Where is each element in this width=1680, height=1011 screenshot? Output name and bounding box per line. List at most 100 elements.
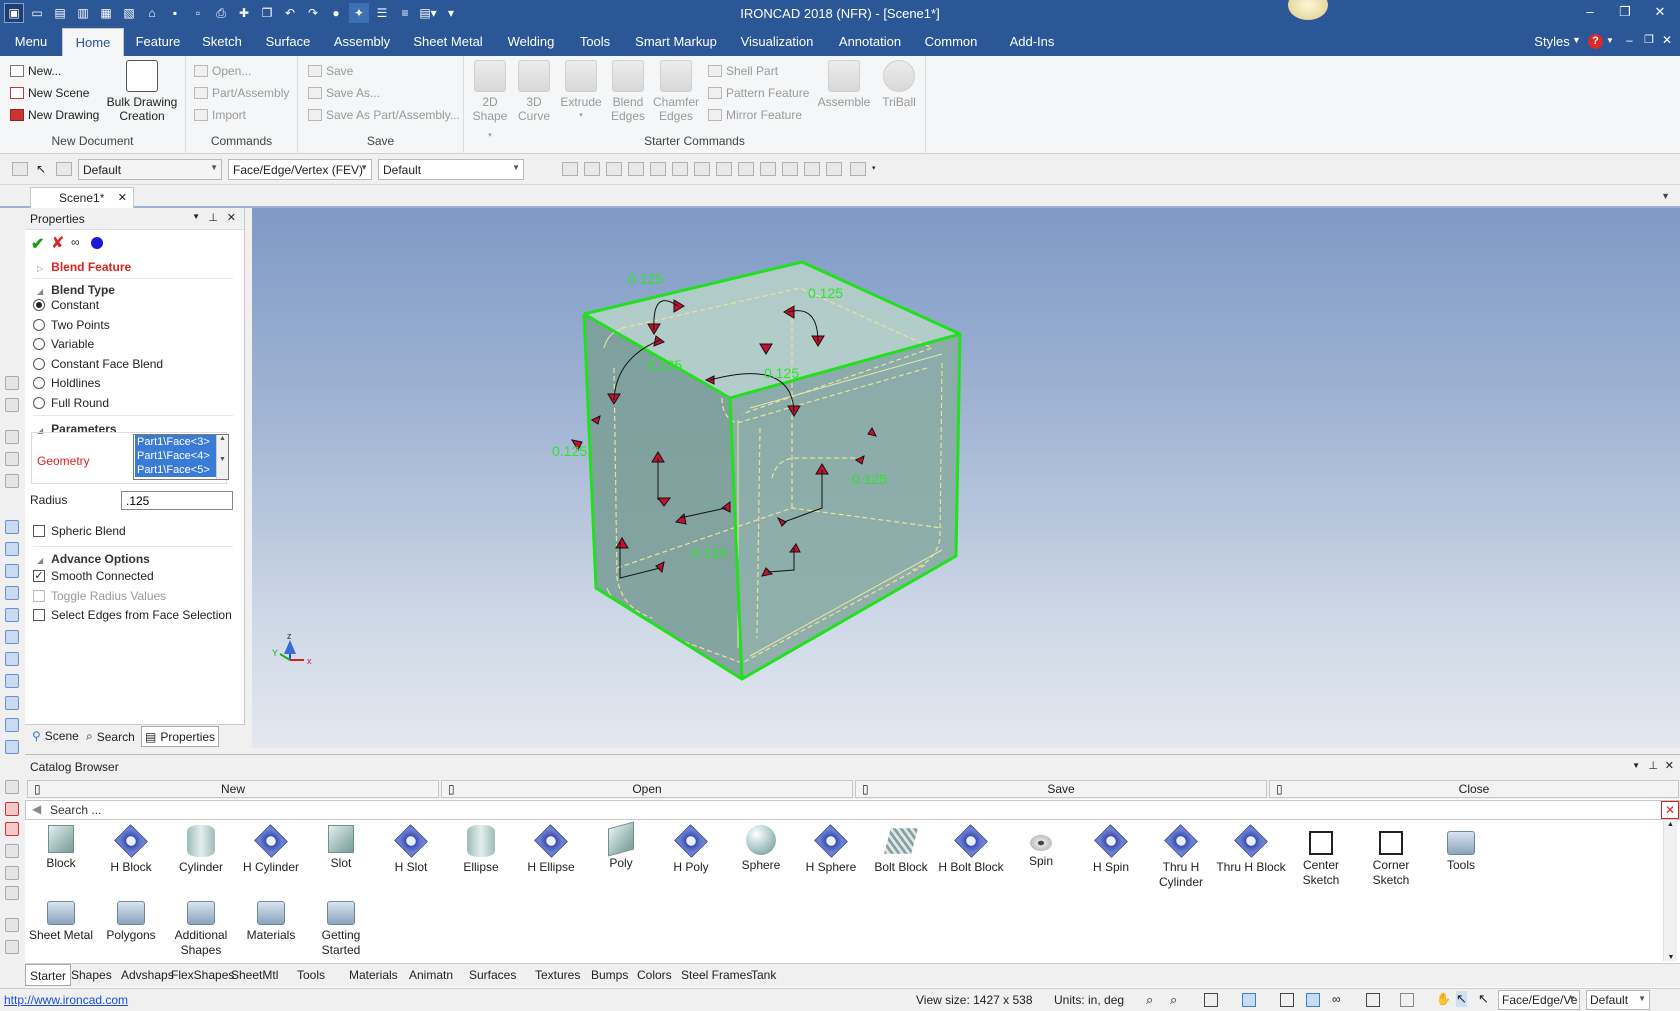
scroll-up-icon[interactable]: ▲ [1664, 821, 1677, 828]
select-cursor-icon[interactable]: ↖ [1456, 991, 1467, 1007]
select-filter-icon[interactable] [56, 162, 72, 176]
radio-holdlines[interactable]: Holdlines [33, 376, 100, 390]
section-view-icon[interactable] [1366, 993, 1380, 1007]
angle-tool-icon[interactable] [5, 844, 19, 858]
catalog-item[interactable]: Polygons [95, 895, 167, 943]
3d-viewport[interactable]: 0.125 0.125 0.125 0.125 0.125 0.125 0.12… [252, 208, 1680, 748]
toolbar-icon-3[interactable] [606, 162, 622, 176]
toolbar-icon-2[interactable] [584, 162, 600, 176]
radio-button[interactable] [33, 338, 45, 350]
cancel-x-icon[interactable]: ✘ [51, 233, 64, 253]
zoom-icon[interactable]: ⌕ [1146, 992, 1153, 1008]
geometry-item[interactable]: Part1\Face<4> [135, 449, 217, 463]
blend-type-header[interactable]: ◢ Blend Type [37, 283, 115, 297]
document-tab-scene1[interactable]: Scene1* ✕ [30, 187, 134, 208]
display-mode-icon[interactable] [1242, 993, 1256, 1007]
camera-icon[interactable] [1280, 993, 1294, 1007]
toolbar-icon-7[interactable] [694, 162, 710, 176]
toolbar-icon-1[interactable] [562, 162, 578, 176]
toggle-radius-checkbox[interactable]: Toggle Radius Values [33, 589, 166, 603]
block-tool-icon[interactable] [5, 520, 19, 534]
catalog-item[interactable]: Spin [1005, 825, 1077, 869]
dimension-label[interactable]: 0.125 [808, 285, 843, 301]
catalog-item[interactable]: H Bolt Block [935, 824, 1007, 875]
catalog-item[interactable]: H Spin [1075, 824, 1147, 875]
tab-annotation[interactable]: Annotation [832, 28, 908, 56]
radio-button[interactable] [33, 358, 45, 370]
mirror-feature-button[interactable]: Mirror Feature [708, 106, 802, 124]
part-assembly-button[interactable]: Part/Assembly [194, 84, 289, 102]
tab-list-dropdown-icon[interactable]: ▼ [1661, 191, 1670, 201]
geometry-item[interactable]: Part1\Face<3> [135, 435, 217, 449]
ribbon-close-icon[interactable]: ✕ [1662, 33, 1672, 47]
catalog-tab[interactable]: Starter [25, 964, 72, 986]
catalog-tab[interactable]: Steel Frames [677, 967, 756, 983]
tab-sketch[interactable]: Sketch [196, 28, 248, 56]
radio-button[interactable] [33, 377, 45, 389]
import-button[interactable]: Import [194, 106, 246, 124]
dimension-label[interactable]: 0.125 [852, 471, 887, 487]
catalog-tab[interactable]: Colors [633, 967, 676, 983]
toolbar-icon-11[interactable] [782, 162, 798, 176]
panel-dropdown-icon[interactable]: ▼ [192, 212, 200, 221]
catalog-item[interactable]: Poly [585, 821, 657, 871]
tab-visualization[interactable]: Visualization [734, 28, 820, 56]
shell-part-button[interactable]: Shell Part [708, 62, 778, 80]
markup-tool-icon[interactable] [5, 822, 19, 836]
catalog-item[interactable]: H Slot [375, 824, 447, 875]
save-as-part-button[interactable]: Save As Part/Assembly... [308, 106, 460, 124]
search-clear-icon[interactable]: ✕ [1661, 801, 1679, 819]
checkbox[interactable] [33, 609, 45, 621]
grip-tool-icon[interactable] [5, 940, 19, 954]
save-button[interactable]: Save [308, 62, 353, 80]
dimension-label[interactable]: 0.125 [692, 545, 727, 561]
left-tool-icon-1[interactable] [5, 376, 19, 390]
radio-two-points[interactable]: Two Points [33, 318, 110, 332]
catalog-item[interactable]: Tools [1425, 825, 1497, 873]
dimension-label[interactable]: 0.125 [552, 443, 587, 459]
catalog-item[interactable]: Thru H Cylinder [1145, 824, 1217, 890]
catalog-scrollbar[interactable]: ▲ ▼ [1663, 821, 1677, 961]
catalog-item[interactable]: Cylinder [165, 825, 237, 875]
catalog-item[interactable]: Block [25, 825, 97, 871]
radio-button[interactable] [33, 397, 45, 409]
tab-tools[interactable]: Tools [574, 28, 616, 56]
zoom-window-icon[interactable]: ⌕ [1170, 992, 1177, 1008]
hole-tool-icon[interactable] [5, 740, 19, 754]
website-link[interactable]: http://www.ironcad.com [4, 993, 128, 1007]
toolbar-dropdown-icon[interactable]: ▾ [872, 164, 876, 172]
blend-tool-icon[interactable] [5, 674, 19, 688]
3d-curve-button[interactable]: 3D Curve [514, 60, 554, 123]
radio-button[interactable] [33, 299, 45, 311]
preview-glasses-icon[interactable]: ∞ [71, 235, 80, 249]
left-tool-icon-3[interactable] [5, 430, 19, 444]
close-tab-icon[interactable]: ✕ [118, 191, 127, 204]
pattern-feature-button[interactable]: Pattern Feature [708, 84, 809, 102]
catalog-item[interactable]: H Block [95, 824, 167, 875]
select-cursor-icon[interactable]: ↖ [36, 162, 52, 176]
save-as-button[interactable]: Save As... [308, 84, 380, 102]
hand-icon[interactable]: ✋ [1436, 992, 1451, 1006]
scene-canvas[interactable]: 0.125 0.125 0.125 0.125 0.125 0.125 0.12… [252, 208, 1680, 748]
assemble-button[interactable]: Assemble [816, 60, 872, 109]
ribbon-minimize-icon[interactable]: – [1626, 33, 1633, 47]
style-combo[interactable]: Default ▼ [78, 159, 222, 180]
loft-tool-icon[interactable] [5, 652, 19, 666]
measure-tool-icon[interactable] [5, 780, 19, 794]
new-drawing-button[interactable]: New Drawing [10, 106, 99, 124]
tab-common[interactable]: Common [920, 28, 982, 56]
catalog-tab[interactable]: SheetMtl [227, 967, 282, 983]
tab-add-ins[interactable]: Add-Ins [1002, 28, 1062, 56]
toolbar-icon-12[interactable] [804, 162, 820, 176]
catalog-tab[interactable]: Textures [531, 967, 584, 983]
checkbox[interactable] [33, 525, 45, 537]
radio-constant[interactable]: Constant [33, 298, 99, 312]
catalog-close-icon[interactable]: ✕ [1665, 759, 1674, 772]
catalog-item[interactable]: H Sphere [795, 824, 867, 875]
triball-button[interactable]: TriBall [876, 60, 922, 109]
catalog-item[interactable]: Sphere [725, 825, 797, 873]
catalog-search-field[interactable]: ◀ Search ... ✕ [25, 800, 1680, 820]
drawing-tool-icon[interactable] [5, 802, 19, 816]
catalog-tab[interactable]: Surfaces [465, 967, 520, 983]
tab-home[interactable]: Home [62, 28, 124, 56]
